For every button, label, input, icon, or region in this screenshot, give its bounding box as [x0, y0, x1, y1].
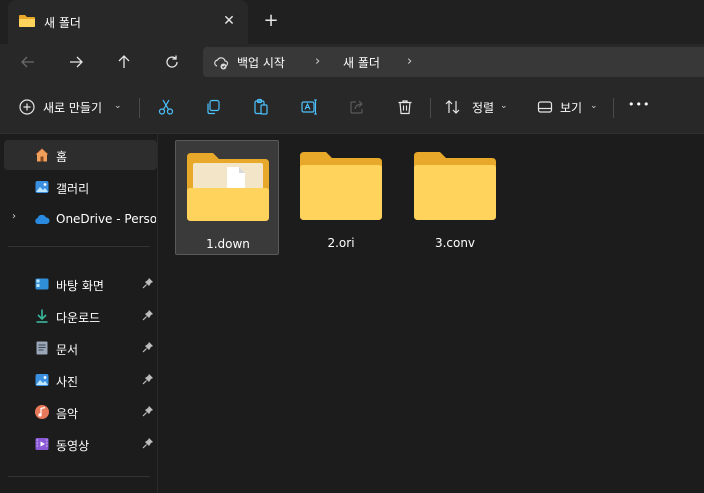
copy-button[interactable]	[202, 93, 224, 121]
back-button[interactable]	[14, 48, 42, 76]
home-icon	[35, 148, 49, 162]
view-icon	[537, 101, 553, 113]
command-bar: 새로 만들기 ⌄ 정렬 ⌄ 보기 ⌄ •••	[0, 80, 704, 134]
refresh-icon	[166, 55, 178, 68]
sidebar-item-label: 갤러리	[56, 182, 90, 196]
folder-icon	[300, 152, 382, 220]
file-name: 2.ori	[327, 236, 355, 250]
arrow-left-icon	[21, 56, 34, 68]
pin-icon[interactable]	[142, 277, 154, 289]
toolbar-divider	[613, 98, 614, 118]
new-button-label: 새로 만들기	[43, 101, 103, 115]
folder-icon	[414, 152, 496, 220]
tab-current-folder[interactable]: 새 폴더 ✕	[8, 0, 248, 44]
sidebar-item-label: 동영상	[56, 439, 90, 453]
music-icon	[35, 405, 49, 419]
file-name: 3.conv	[434, 236, 476, 250]
new-tab-button[interactable]: +	[260, 10, 282, 32]
breadcrumb-segment[interactable]: 새 폴더	[343, 54, 380, 71]
desktop-icon	[35, 278, 49, 290]
cloud-sync-icon	[214, 57, 229, 70]
delete-button[interactable]	[394, 93, 416, 121]
forward-button[interactable]	[62, 48, 90, 76]
gallery-icon	[35, 181, 49, 193]
videos-icon	[35, 438, 49, 450]
sort-icon	[445, 100, 460, 114]
copy-icon	[207, 99, 220, 115]
sidebar-divider	[8, 476, 150, 477]
sidebar-item-documents[interactable]: 문서	[4, 333, 157, 363]
folder-item[interactable]: 2.ori	[289, 140, 393, 255]
share-icon	[350, 100, 363, 114]
documents-icon	[36, 341, 48, 355]
address-bar[interactable]: 백업 시작 › 새 폴더 ›	[203, 47, 704, 77]
chevron-down-icon: ⌄	[114, 101, 122, 111]
breadcrumb-segment[interactable]: 백업 시작	[237, 54, 285, 71]
chevron-down-icon: ⌄	[500, 101, 508, 111]
arrow-up-icon	[118, 55, 130, 68]
plus-circle-icon	[19, 99, 35, 115]
pictures-icon	[35, 374, 49, 386]
toolbar-divider	[430, 98, 431, 118]
folder-icon	[19, 15, 35, 27]
pin-icon[interactable]	[142, 437, 154, 449]
pin-icon[interactable]	[142, 405, 154, 417]
sidebar-item-label: 사진	[56, 375, 79, 389]
folder-with-file-icon	[187, 153, 269, 221]
file-name: 1.down	[206, 237, 250, 251]
cloud-icon	[35, 214, 50, 224]
sidebar-item-label: 홈	[56, 150, 68, 164]
chevron-down-icon: ⌄	[590, 101, 598, 111]
sidebar-item-videos[interactable]: 동영상	[4, 429, 157, 459]
tab-strip: 새 폴더 ✕ +	[0, 0, 704, 44]
close-tab-button[interactable]: ✕	[218, 10, 240, 32]
arrow-right-icon	[70, 56, 83, 68]
sidebar-item-label: 문서	[56, 343, 79, 357]
download-icon	[36, 309, 48, 323]
sidebar-item-home[interactable]: 홈	[4, 140, 157, 170]
paste-button[interactable]	[250, 93, 272, 121]
sidebar-item-downloads[interactable]: 다운로드	[4, 301, 157, 331]
view-label: 보기	[560, 101, 583, 115]
folder-item[interactable]: 3.conv	[403, 140, 507, 255]
sidebar-item-pictures[interactable]: 사진	[4, 365, 157, 395]
up-button[interactable]	[110, 48, 138, 76]
folder-item[interactable]: 1.down	[175, 140, 279, 255]
pin-icon[interactable]	[142, 309, 154, 321]
sidebar-item-music[interactable]: 음악	[4, 397, 157, 427]
rename-button[interactable]	[298, 93, 320, 121]
sidebar-item-label: 다운로드	[56, 311, 101, 325]
refresh-button[interactable]	[158, 48, 186, 76]
pin-icon[interactable]	[142, 373, 154, 385]
sidebar-divider	[8, 246, 150, 247]
sidebar-item-onedrive[interactable]: › OneDrive - Personal	[4, 204, 157, 234]
trash-icon	[398, 100, 412, 115]
more-icon: •••	[628, 98, 651, 111]
navigation-bar: 백업 시작 › 새 폴더 ›	[0, 44, 704, 80]
navigation-pane: 홈 갤러리 › OneDrive - Personal 바탕 화면	[0, 134, 158, 493]
cut-button[interactable]	[155, 93, 177, 121]
sidebar-item-desktop[interactable]: 바탕 화면	[4, 269, 157, 299]
file-view[interactable]: 1.down 2.ori 3.conv	[159, 134, 704, 493]
scissors-icon	[158, 99, 174, 115]
sidebar-item-label: 바탕 화면	[56, 279, 104, 293]
sort-button[interactable]: 정렬 ⌄	[444, 93, 514, 121]
rename-icon	[301, 99, 317, 115]
sidebar-item-gallery[interactable]: 갤러리	[4, 172, 157, 202]
sidebar-item-label: 음악	[56, 407, 79, 421]
toolbar-divider	[139, 98, 140, 118]
sort-label: 정렬	[472, 101, 495, 115]
breadcrumb-chevron[interactable]: ›	[315, 54, 320, 69]
view-button[interactable]: 보기 ⌄	[536, 93, 606, 121]
sidebar-item-label: OneDrive - Personal	[56, 212, 156, 226]
pin-icon[interactable]	[142, 341, 154, 353]
share-button[interactable]	[346, 93, 368, 121]
paste-icon	[254, 98, 268, 115]
tab-title: 새 폴더	[44, 16, 81, 30]
new-button[interactable]: 새로 만들기 ⌄	[16, 93, 126, 121]
chevron-right-icon[interactable]: ›	[12, 211, 16, 222]
more-options-button[interactable]: •••	[626, 93, 652, 121]
breadcrumb-chevron[interactable]: ›	[407, 54, 412, 69]
